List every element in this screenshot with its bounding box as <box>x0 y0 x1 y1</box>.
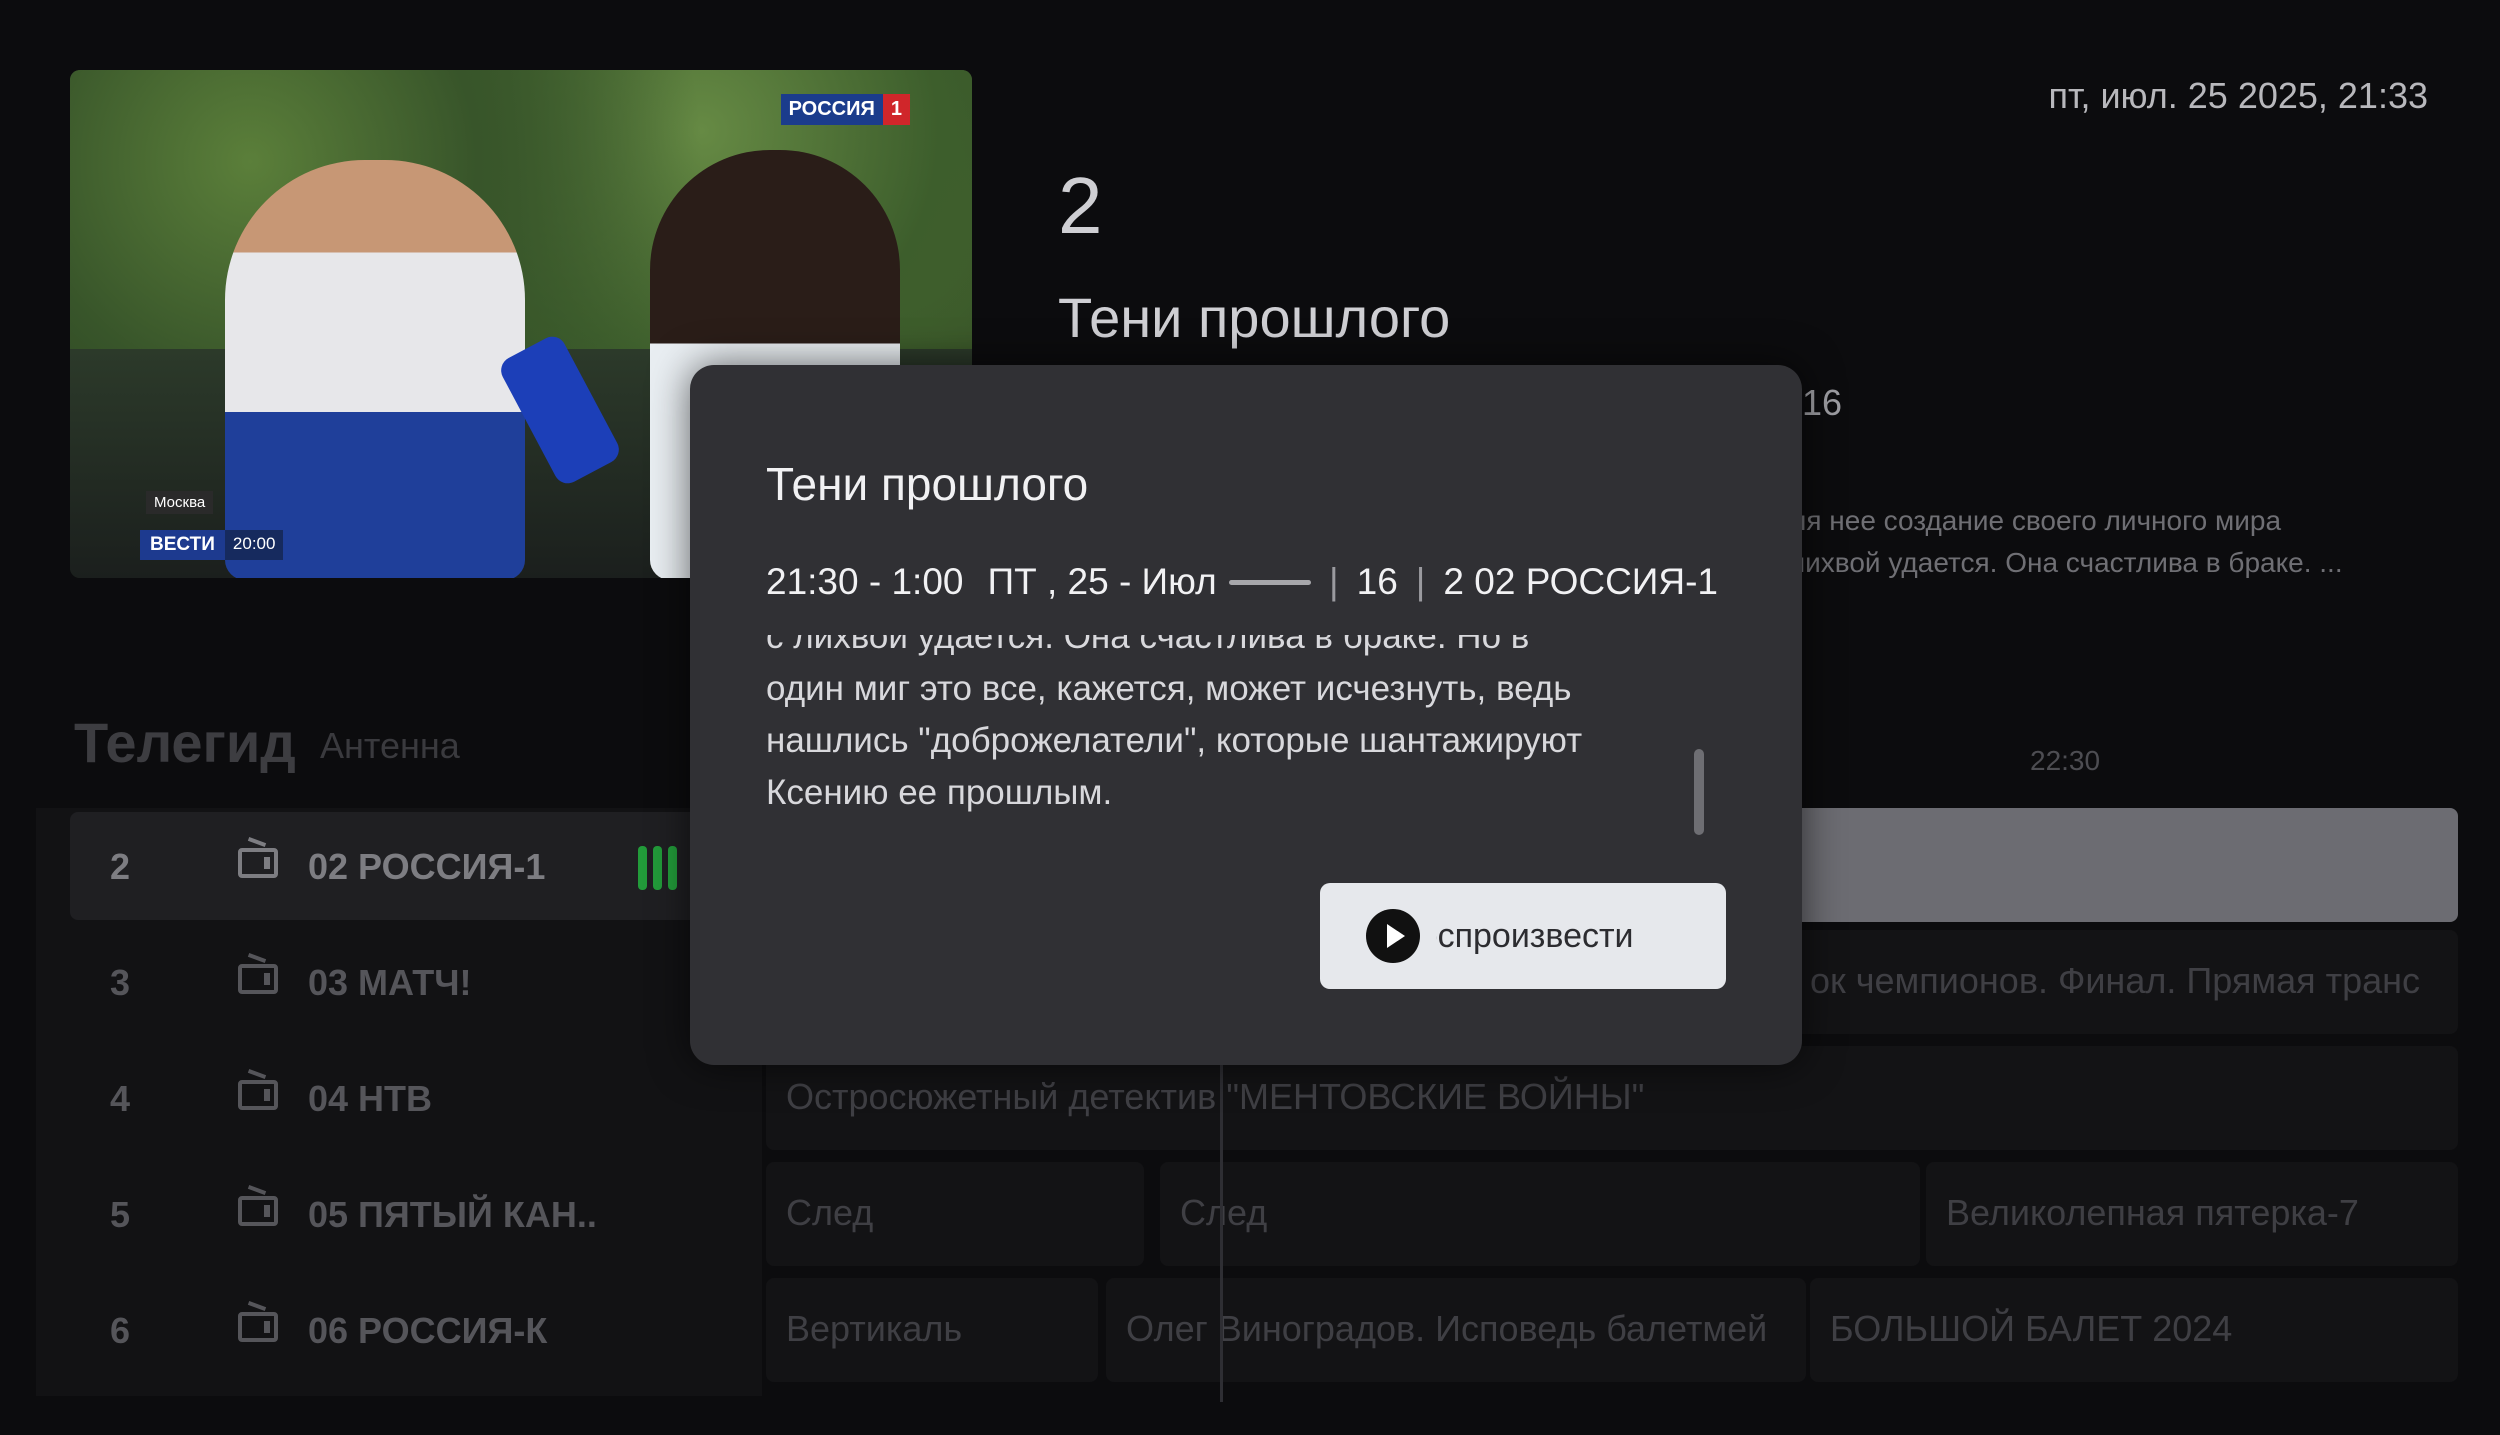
program-meta: 21:30 - 1:00 ПТ , 25 - Июл | 16 | 2 02 Р… <box>766 561 1718 602</box>
play-icon <box>1366 909 1420 963</box>
tv-icon <box>238 1196 278 1226</box>
tv-icon <box>238 1080 278 1110</box>
program-description[interactable]: с лихвой удается. Она счастлива в браке.… <box>766 635 1696 835</box>
epg-program[interactable]: ок чемпионов. Финал. Прямая транс <box>1790 930 2458 1034</box>
epg-program[interactable]: Великолепная пятерка-7 <box>1926 1162 2458 1266</box>
epg-program[interactable]: След <box>1160 1162 1920 1266</box>
video-person-left <box>225 160 525 578</box>
description-scrollbar[interactable] <box>1694 749 1704 835</box>
program-description-line: пихвой удается. Она счастлива в браке. .… <box>1790 547 2343 578</box>
guide-title: Телегид <box>74 711 296 774</box>
tv-icon <box>238 964 278 994</box>
tv-icon <box>238 848 278 878</box>
channel-logo: РОССИЯ 1 <box>780 93 910 125</box>
play-button[interactable]: Воспроизвести <box>1320 883 1726 989</box>
program-age-rating: 16 <box>1802 382 1843 423</box>
clock: пт, июл. 25 2025, 21:33 <box>2048 75 2428 116</box>
program-time: 21:30 - 1:00 <box>766 561 964 602</box>
channel-row-6[interactable]: 6 06 РОССИЯ-К <box>70 1276 760 1384</box>
epg-program[interactable]: БОЛЬШОЙ БАЛЕТ 2024 <box>1810 1278 2458 1382</box>
news-badge: ВЕСТИ 20:00 <box>140 530 284 560</box>
program-channel: 2 02 РОССИЯ-1 <box>1443 561 1718 602</box>
channel-row-4[interactable]: 4 04 НТВ <box>70 1044 760 1152</box>
epg-program[interactable]: След <box>766 1162 1144 1266</box>
tv-guide-screen: РОССИЯ 1 Москва ВЕСТИ 20:00 пт, июл. 25 … <box>0 0 2500 1435</box>
timeline-time-marker: 22:30 <box>2030 745 2101 776</box>
epg-program[interactable]: Вертикаль <box>766 1278 1098 1382</box>
tv-icon <box>238 1312 278 1342</box>
epg-program[interactable]: Олег Виноградов. Исповедь балетмей <box>1106 1278 1806 1382</box>
program-channel-number: 2 <box>1058 161 1103 250</box>
epg-current-program[interactable] <box>1780 808 2458 922</box>
age-rating: 16 <box>1356 561 1398 602</box>
program-date: ПТ , 25 - Июл <box>987 561 1217 602</box>
channel-row-3[interactable]: 3 03 МАТЧ! <box>70 928 760 1036</box>
program-title: Тени прошлого <box>1058 286 1451 349</box>
progress-bar <box>1228 579 1311 585</box>
signal-strength-icon <box>638 846 677 890</box>
dialog-title: Тени прошлого <box>766 458 1089 510</box>
guide-source: Антенна <box>320 725 460 766</box>
current-time-line <box>1220 1062 1223 1402</box>
location-badge: Москва <box>146 491 214 514</box>
program-details-dialog: Тени прошлого 21:30 - 1:00 ПТ , 25 - Июл… <box>690 365 1802 1065</box>
channel-row-2[interactable]: 2 02 РОССИЯ-1 <box>70 812 760 920</box>
program-description-line: ля нее создание своего личного мира <box>1790 505 2282 536</box>
channel-row-5[interactable]: 5 05 ПЯТЫЙ КАН.. <box>70 1160 760 1268</box>
